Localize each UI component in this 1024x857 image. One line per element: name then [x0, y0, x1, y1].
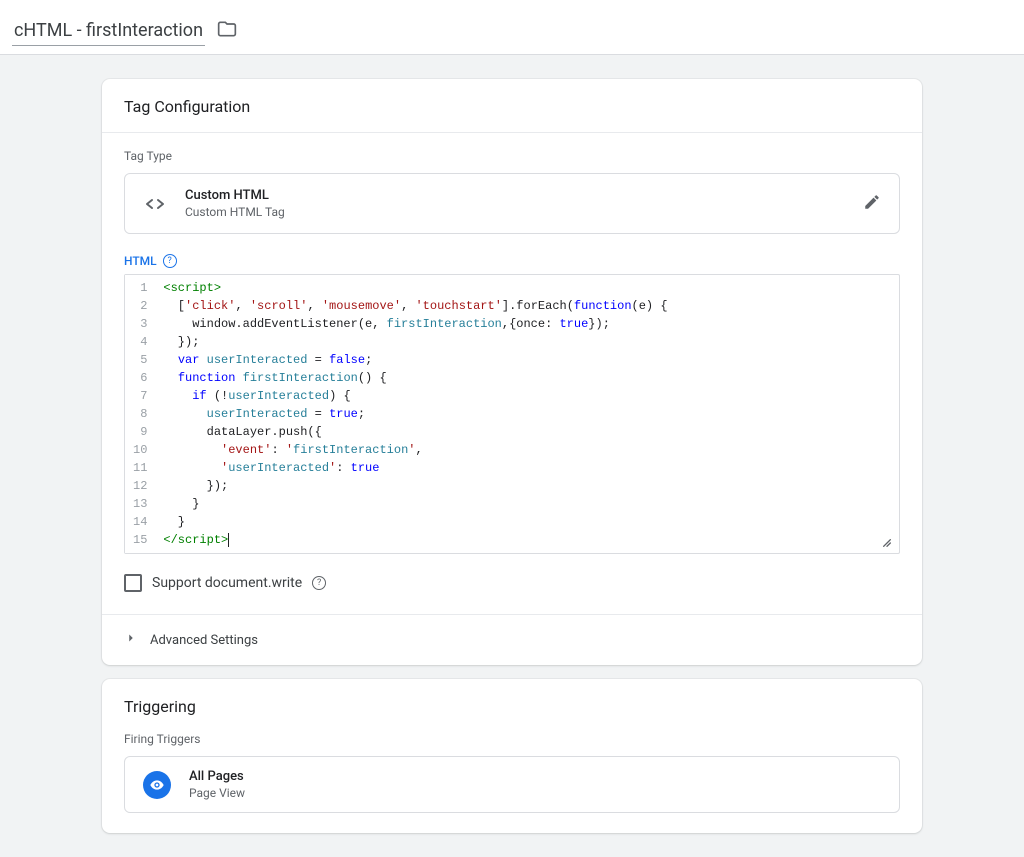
content-area: Tag Configuration Tag Type Custom HTML C…: [0, 55, 1024, 857]
trigger-type: Page View: [189, 786, 245, 800]
tag-type-label: Tag Type: [124, 149, 900, 163]
resize-handle-icon[interactable]: [879, 535, 895, 551]
code-icon: [143, 192, 167, 216]
tag-name-input[interactable]: cHTML - firstInteraction: [12, 16, 205, 46]
advanced-settings-toggle[interactable]: Advanced Settings: [102, 614, 922, 665]
chevron-right-icon: [124, 631, 138, 649]
triggering-title: Triggering: [102, 679, 922, 732]
support-document-write-row[interactable]: Support document.write ?: [124, 574, 900, 596]
pageview-icon: [143, 771, 171, 799]
tag-type-subtitle: Custom HTML Tag: [185, 205, 845, 219]
html-code-editor[interactable]: 123456789101112131415 <script> ['click',…: [124, 274, 900, 554]
tag-type-card[interactable]: Custom HTML Custom HTML Tag: [124, 173, 900, 234]
html-field-label: HTML: [124, 254, 157, 268]
help-icon[interactable]: ?: [163, 254, 177, 268]
help-icon[interactable]: ?: [312, 576, 326, 590]
tag-type-name: Custom HTML: [185, 188, 845, 203]
tag-configuration-title: Tag Configuration: [102, 79, 922, 133]
firing-trigger-card[interactable]: All Pages Page View: [124, 756, 900, 813]
advanced-settings-label: Advanced Settings: [150, 633, 258, 648]
support-document-write-label: Support document.write: [152, 575, 302, 591]
tag-configuration-panel: Tag Configuration Tag Type Custom HTML C…: [102, 79, 922, 665]
code-lines[interactable]: <script> ['click', 'scroll', 'mousemove'…: [155, 275, 899, 553]
support-document-write-checkbox[interactable]: [124, 574, 142, 592]
triggering-panel: Triggering Firing Triggers All Pages Pag…: [102, 679, 922, 833]
trigger-name: All Pages: [189, 769, 245, 784]
page-header: cHTML - firstInteraction: [0, 0, 1024, 55]
firing-triggers-label: Firing Triggers: [124, 732, 900, 746]
line-gutter: 123456789101112131415: [125, 275, 155, 553]
edit-icon[interactable]: [863, 193, 881, 215]
folder-icon[interactable]: [217, 19, 237, 43]
